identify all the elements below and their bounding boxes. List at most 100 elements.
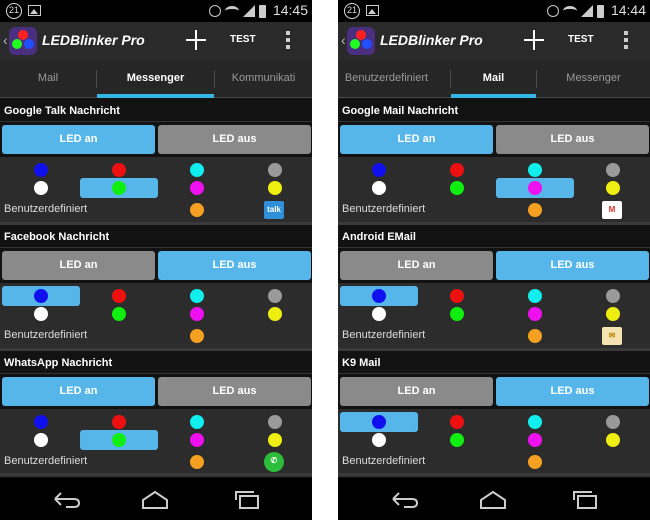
custom-color-label[interactable]: Benutzerdefiniert (342, 329, 425, 341)
tab-mail[interactable]: Mail (0, 60, 96, 98)
color-option-blue[interactable] (34, 163, 48, 177)
test-button[interactable]: TEST (568, 34, 594, 45)
tab-benutzerdefiniert[interactable]: Benutzerdefiniert (338, 60, 443, 98)
test-button[interactable]: TEST (230, 34, 256, 45)
color-option-red[interactable] (112, 289, 126, 303)
custom-color-label[interactable]: Benutzerdefiniert (4, 203, 87, 215)
color-option-white[interactable] (34, 181, 48, 195)
color-option-orange[interactable] (528, 455, 542, 469)
color-option-blue[interactable] (34, 289, 48, 303)
add-icon[interactable] (184, 28, 208, 52)
color-option-white[interactable] (372, 181, 386, 195)
led-color-palette: Benutzerdefiniert (338, 409, 650, 477)
color-option-orange[interactable] (190, 203, 204, 217)
color-option-blue[interactable] (372, 415, 386, 429)
color-option-orange[interactable] (190, 329, 204, 343)
back-nav-icon[interactable] (52, 488, 82, 510)
recents-nav-icon[interactable] (570, 488, 600, 510)
color-option-red[interactable] (112, 163, 126, 177)
notification-count-badge: 21 (6, 3, 22, 19)
color-option-yellow[interactable] (268, 181, 282, 195)
color-option-magenta[interactable] (528, 181, 542, 195)
led-off-button[interactable]: LED aus (158, 125, 311, 154)
tab-divider (96, 70, 97, 88)
color-option-cyan[interactable] (190, 415, 204, 429)
color-option-cyan[interactable] (528, 163, 542, 177)
led-off-button[interactable]: LED aus (158, 377, 311, 406)
color-option-green[interactable] (112, 433, 126, 447)
color-option-orange[interactable] (528, 203, 542, 217)
led-on-button[interactable]: LED an (340, 377, 493, 406)
email-icon: ✉ (602, 327, 622, 345)
led-on-button[interactable]: LED an (340, 251, 493, 280)
custom-color-label[interactable]: Benutzerdefiniert (4, 455, 87, 467)
custom-color-label[interactable]: Benutzerdefiniert (4, 329, 87, 341)
overflow-menu-icon[interactable] (624, 31, 628, 51)
color-option-gray[interactable] (268, 289, 282, 303)
home-nav-icon[interactable] (478, 488, 508, 510)
led-off-button[interactable]: LED aus (496, 377, 649, 406)
color-option-yellow[interactable] (606, 181, 620, 195)
app-logo-icon[interactable] (9, 27, 37, 55)
color-option-yellow[interactable] (268, 433, 282, 447)
color-option-orange[interactable] (190, 455, 204, 469)
color-option-cyan[interactable] (190, 163, 204, 177)
led-off-button[interactable]: LED aus (158, 251, 311, 280)
color-option-blue[interactable] (372, 289, 386, 303)
led-on-button[interactable]: LED an (2, 125, 155, 154)
color-option-green[interactable] (450, 307, 464, 321)
up-back-icon[interactable]: ‹ (3, 32, 8, 48)
color-option-green[interactable] (112, 307, 126, 321)
color-option-gray[interactable] (606, 163, 620, 177)
color-option-red[interactable] (450, 163, 464, 177)
app-logo-icon[interactable] (347, 27, 375, 55)
color-option-gray[interactable] (606, 415, 620, 429)
back-nav-icon[interactable] (390, 488, 420, 510)
home-nav-icon[interactable] (140, 488, 170, 510)
led-color-palette: Benutzerdefiniert talk (0, 157, 312, 225)
led-on-button[interactable]: LED an (340, 125, 493, 154)
color-option-blue[interactable] (372, 163, 386, 177)
color-option-cyan[interactable] (528, 289, 542, 303)
color-option-white[interactable] (34, 433, 48, 447)
color-option-yellow[interactable] (606, 307, 620, 321)
up-back-icon[interactable]: ‹ (341, 32, 346, 48)
color-option-gray[interactable] (268, 415, 282, 429)
color-option-magenta[interactable] (528, 307, 542, 321)
color-option-white[interactable] (372, 433, 386, 447)
color-option-green[interactable] (450, 181, 464, 195)
color-option-cyan[interactable] (190, 289, 204, 303)
color-option-green[interactable] (450, 433, 464, 447)
custom-color-label[interactable]: Benutzerdefiniert (342, 455, 425, 467)
color-option-white[interactable] (372, 307, 386, 321)
color-option-red[interactable] (112, 415, 126, 429)
led-on-button[interactable]: LED an (2, 377, 155, 406)
color-option-blue[interactable] (34, 415, 48, 429)
color-option-gray[interactable] (268, 163, 282, 177)
custom-color-label[interactable]: Benutzerdefiniert (342, 203, 425, 215)
color-option-red[interactable] (450, 289, 464, 303)
tab-messenger[interactable]: Messenger (537, 60, 650, 98)
tab-mail[interactable]: Mail (451, 60, 536, 98)
color-option-gray[interactable] (606, 289, 620, 303)
color-option-red[interactable] (450, 415, 464, 429)
color-option-green[interactable] (112, 181, 126, 195)
tab-messenger[interactable]: Messenger (97, 60, 214, 98)
color-option-yellow[interactable] (606, 433, 620, 447)
led-off-button[interactable]: LED aus (496, 251, 649, 280)
recents-nav-icon[interactable] (232, 488, 262, 510)
add-icon[interactable] (522, 28, 546, 52)
talk-icon: talk (264, 201, 284, 219)
color-option-magenta[interactable] (190, 307, 204, 321)
color-option-orange[interactable] (528, 329, 542, 343)
color-option-magenta[interactable] (190, 181, 204, 195)
color-option-magenta[interactable] (190, 433, 204, 447)
color-option-cyan[interactable] (528, 415, 542, 429)
color-option-magenta[interactable] (528, 433, 542, 447)
color-option-white[interactable] (34, 307, 48, 321)
overflow-menu-icon[interactable] (286, 31, 290, 51)
led-off-button[interactable]: LED aus (496, 125, 649, 154)
tab-kommunikati[interactable]: Kommunikati (215, 60, 312, 98)
led-on-button[interactable]: LED an (2, 251, 155, 280)
color-option-yellow[interactable] (268, 307, 282, 321)
